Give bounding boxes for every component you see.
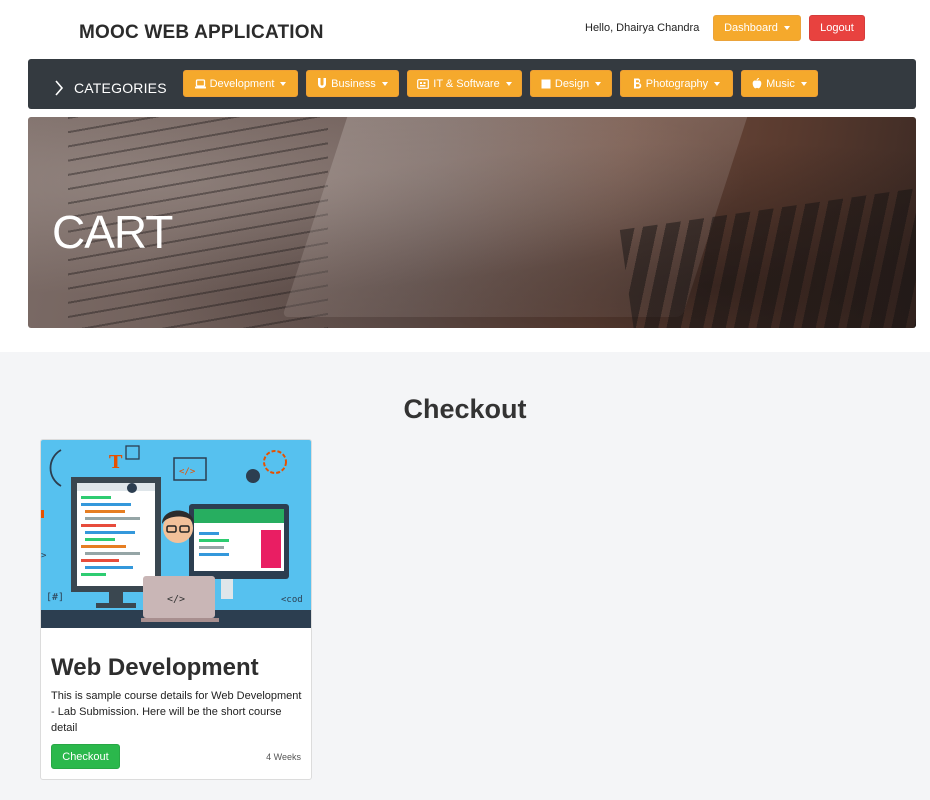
dashboard-dropdown-button[interactable]: Dashboard: [713, 15, 801, 41]
course-card: </> T </> [#] > <cod Web Development Thi…: [40, 439, 312, 780]
nav-design-dropdown[interactable]: Design: [530, 70, 612, 97]
course-description: This is sample course details for Web De…: [51, 690, 302, 734]
caret-down-icon: [783, 26, 790, 30]
nav-music-dropdown[interactable]: Music: [741, 70, 818, 97]
caret-down-icon: [381, 81, 388, 86]
category-navbar: CATEGORIES Development Business IT & Sof…: [28, 59, 916, 109]
svg-text:T: T: [109, 452, 123, 473]
svg-text:</>: </>: [167, 594, 185, 605]
magnet-icon: [317, 78, 327, 89]
logout-button[interactable]: Logout: [809, 15, 865, 41]
svg-text:>: >: [41, 551, 47, 561]
user-greeting: Hello, Dhairya Chandra: [585, 22, 700, 34]
nav-business-label: Business: [331, 77, 376, 90]
caret-down-icon: [505, 81, 512, 86]
caret-down-icon: [280, 81, 287, 86]
categories-label: CATEGORIES: [74, 80, 167, 96]
section-heading: Checkout: [403, 394, 527, 424]
nav-it-software-dropdown[interactable]: IT & Software: [407, 70, 522, 97]
nav-design-label: Design: [554, 77, 590, 90]
square-icon: [541, 79, 551, 89]
keyboard-icon: [417, 78, 430, 89]
page-title: CART: [52, 206, 173, 258]
nav-development-label: Development: [209, 77, 275, 90]
course-title: Web Development: [51, 654, 259, 681]
nav-photography-dropdown[interactable]: Photography: [620, 70, 733, 97]
categories-toggle[interactable]: CATEGORIES: [54, 80, 167, 96]
chevron-right-icon: [55, 80, 64, 96]
hero-banner: CART: [28, 117, 916, 328]
bitcoin-icon: [633, 78, 642, 89]
caret-down-icon: [595, 81, 602, 86]
site-title: MOOC WEB APPLICATION: [79, 22, 324, 43]
nav-music-label: Music: [766, 77, 795, 90]
course-thumbnail-image: </> T </> [#] > <cod: [41, 440, 311, 628]
svg-text:[#]: [#]: [46, 592, 64, 603]
course-duration: 4 Weeks: [266, 752, 301, 762]
nav-it-software-label: IT & Software: [433, 77, 500, 90]
checkout-section: Checkout </> T </> [#] > <cod Web Develo…: [0, 352, 930, 800]
nav-development-dropdown[interactable]: Development: [183, 70, 298, 97]
nav-photography-label: Photography: [645, 77, 709, 90]
svg-text:<cod: <cod: [281, 595, 303, 605]
dashboard-label: Dashboard: [724, 22, 778, 34]
apple-icon: [752, 78, 762, 89]
checkout-button[interactable]: Checkout: [51, 744, 120, 769]
caret-down-icon: [800, 81, 807, 86]
caret-down-icon: [714, 81, 721, 86]
laptop-icon: [194, 78, 206, 89]
nav-business-dropdown[interactable]: Business: [306, 70, 399, 97]
svg-text:</>: </>: [179, 467, 196, 477]
